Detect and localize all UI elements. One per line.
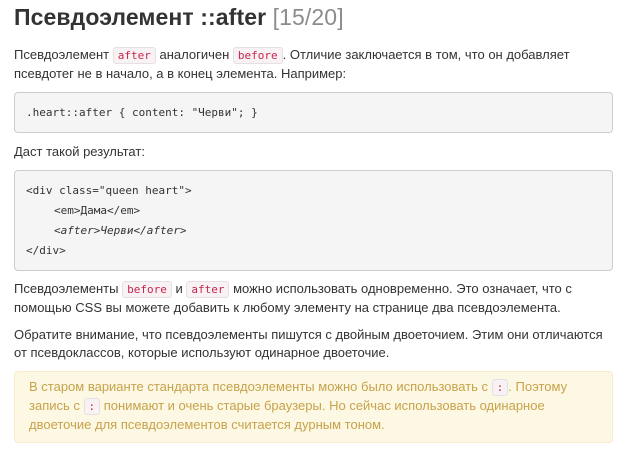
pseudo-elements-paragraph: Псевдоэлементы before и after можно испо… xyxy=(14,280,612,317)
page-title: Псевдоэлемент ::after [15/20] xyxy=(14,4,344,31)
inline-code-before: before xyxy=(122,281,172,298)
intro-text-4: псевдотег не в начало, а в конец элемент… xyxy=(14,66,347,81)
code-line: <after>Черви</after> xyxy=(54,224,187,237)
para3-line-2: от псевдоклассов, которые используют оди… xyxy=(14,345,390,360)
intro-text-1: Псевдоэлемент xyxy=(14,47,113,62)
double-colon-paragraph: Обратите внимание, что псевдоэлементы пи… xyxy=(14,326,612,362)
para2-text-1: Псевдоэлементы xyxy=(14,281,123,296)
para2-text-2: и xyxy=(171,281,187,296)
warning-text-1: В старом варианте стандарта псевдоэлемен… xyxy=(29,379,492,394)
warning-text-2: . Поэтому xyxy=(508,379,568,394)
code-block-css: .heart::after { content: "Черви"; } xyxy=(14,92,613,133)
inline-code-after: after xyxy=(112,47,156,64)
code-line: <div class="queen heart"> xyxy=(26,184,192,197)
intro-text-3: . Отличие заключается в том, что он доба… xyxy=(282,47,570,62)
code-line: </div> xyxy=(26,244,66,257)
title-text: Псевдоэлемент ::after xyxy=(14,4,267,30)
inline-code-colon: : xyxy=(83,398,101,415)
code-line: .heart::after { content: "Черви"; } xyxy=(26,106,258,119)
intro-paragraph: Псевдоэлемент after аналогичен before. О… xyxy=(14,46,612,83)
warning-alert: В старом варианте стандарта псевдоэлемен… xyxy=(14,371,613,443)
warning-text: В старом варианте стандарта псевдоэлемен… xyxy=(29,378,599,434)
result-label: Даст такой результат: xyxy=(14,144,145,159)
code-block-html: <div class="queen heart"> <em>Дама</em> <a… xyxy=(14,170,613,271)
intro-text-2: аналогичен xyxy=(155,47,233,62)
warning-text-4: понимают и очень старые браузеры. Но сей… xyxy=(100,398,545,413)
para3-line-1: Обратите внимание, что псевдоэлементы пи… xyxy=(14,327,603,342)
para2-text-3: можно использовать одновременно. Это озн… xyxy=(229,281,572,296)
inline-code-before: before xyxy=(232,47,283,64)
code-line: <em>Дама</em> xyxy=(54,204,141,217)
lesson-page: Псевдоэлемент ::after [15/20] Псевдоэлем… xyxy=(0,0,625,453)
inline-code-after: after xyxy=(186,281,230,298)
para2-text-4: помощью CSS вы можете добавить к любому … xyxy=(14,300,561,315)
warning-text-5: двоеточие для псевдоэлементов считается … xyxy=(29,417,385,432)
lesson-counter: [15/20] xyxy=(272,4,344,30)
inline-code-colon: : xyxy=(491,379,509,396)
warning-text-3: запись с xyxy=(29,398,84,413)
